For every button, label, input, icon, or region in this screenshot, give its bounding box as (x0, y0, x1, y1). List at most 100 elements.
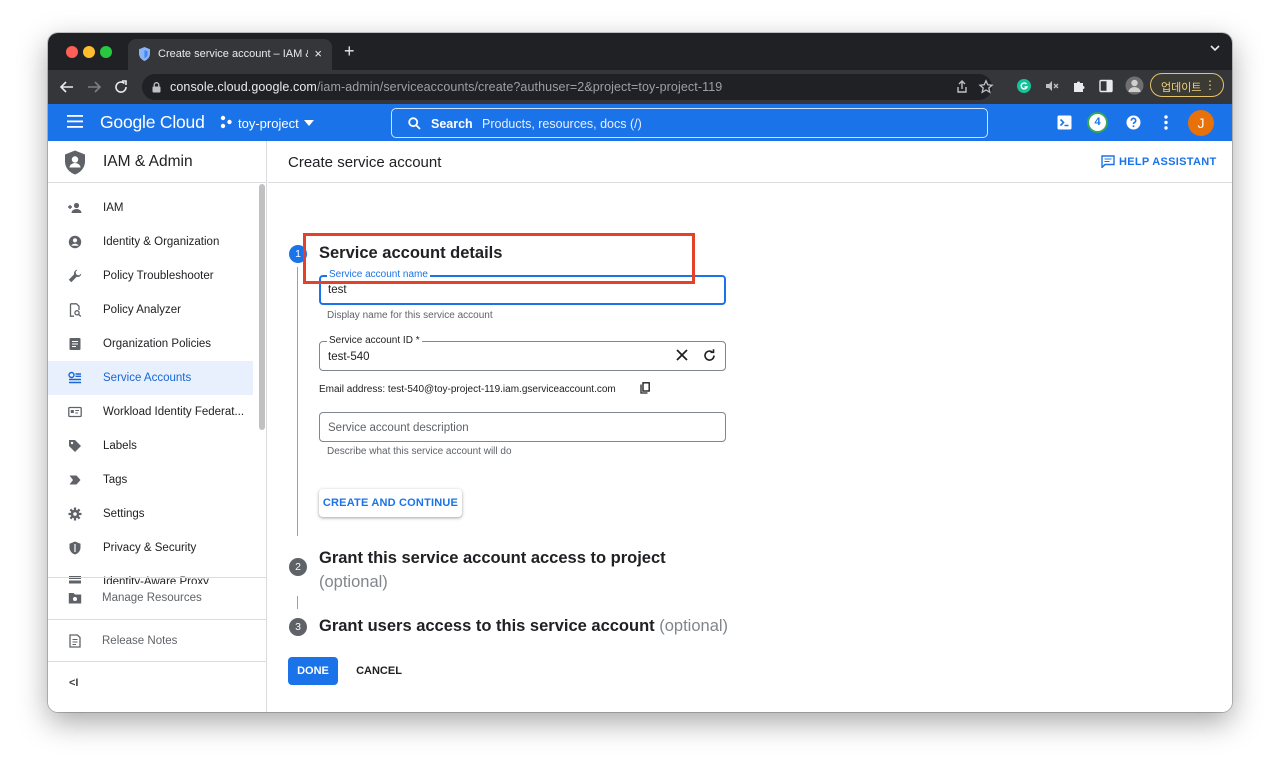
tab-title: Create service account – IAM & Admin (158, 48, 308, 60)
step-2-connector (297, 596, 298, 609)
more-vert-icon[interactable] (1164, 115, 1168, 130)
sidebar-item-service-accounts[interactable]: Service Accounts (48, 361, 253, 395)
sidebar-item-label: Tags (103, 474, 128, 486)
sidebar-header: IAM & Admin (48, 141, 267, 183)
chevron-down-icon[interactable] (1210, 45, 1220, 52)
sidebar-item-identity-organization[interactable]: Identity & Organization (48, 225, 253, 259)
chat-assistant-icon (1101, 155, 1115, 168)
wrench-icon (68, 269, 82, 283)
sidebar: IAM & Admin IAM Identity & Organization … (48, 141, 267, 712)
service-account-id-label: Service account ID * (327, 335, 422, 346)
document-search-icon (69, 303, 82, 317)
step-1-connector (297, 267, 298, 536)
side-panel-icon[interactable] (1098, 78, 1114, 94)
page-title: Create service account (288, 154, 442, 171)
service-account-id-field[interactable]: Service account ID * test-540 (319, 335, 726, 371)
tab-strip: Create service account – IAM & Admin × + (48, 33, 1232, 70)
help-icon[interactable] (1126, 115, 1141, 130)
sidebar-item-label: Identity & Organization (103, 236, 220, 248)
done-button[interactable]: DONE (288, 657, 338, 685)
google-cloud-logo[interactable]: Google Cloud (100, 112, 205, 133)
sidebar-item-label: Labels (103, 440, 137, 452)
maximize-window-button[interactable] (100, 46, 112, 58)
profile-avatar-icon[interactable] (1125, 76, 1144, 95)
sidebar-footer: <I (48, 661, 267, 712)
update-label: 업데이트 (1161, 82, 1202, 94)
policy-document-icon (69, 338, 81, 350)
sidebar-item-label: Organization Policies (103, 338, 212, 350)
step-3-number: 3 (289, 618, 307, 636)
step-3-title[interactable]: Grant users access to this service accou… (319, 617, 728, 636)
sidebar-item-policy-troubleshooter[interactable]: Policy Troubleshooter (48, 259, 253, 293)
sidebar-item-tags[interactable]: Tags (48, 463, 253, 497)
user-avatar[interactable]: J (1188, 110, 1214, 136)
gear-icon (68, 507, 82, 521)
cloud-shell-icon[interactable] (1057, 115, 1072, 130)
browser-tab[interactable]: Create service account – IAM & Admin × (128, 39, 332, 70)
tab-close-icon[interactable]: × (314, 46, 322, 61)
service-account-icon (68, 371, 81, 384)
sidebar-item-labels[interactable]: Labels (48, 429, 253, 463)
sidebar-scrollbar-thumb[interactable] (259, 184, 265, 430)
puzzle-extensions-icon[interactable] (1071, 78, 1087, 94)
sidebar-item-settings[interactable]: Settings (48, 497, 253, 531)
sidebar-item-release-notes[interactable]: Release Notes (48, 619, 267, 661)
sidebar-item-policy-analyzer[interactable]: Policy Analyzer (48, 293, 253, 327)
manage-resources-label: Manage Resources (102, 592, 202, 604)
sidebar-item-label: Settings (103, 508, 145, 520)
clear-icon[interactable] (676, 349, 688, 361)
step-1-title: Service account details (319, 244, 503, 262)
tag-icon (69, 475, 81, 485)
service-account-description-field[interactable]: Service account description (319, 412, 726, 442)
cancel-button[interactable]: CANCEL (350, 657, 408, 685)
sidebar-item-workload-identity[interactable]: Workload Identity Federat... (48, 395, 253, 429)
person-add-icon (68, 202, 82, 213)
share-icon[interactable] (954, 79, 970, 95)
page-header: Create service account HELP ASSISTANT (268, 141, 1232, 183)
minimize-window-button[interactable] (83, 46, 95, 58)
refresh-icon[interactable] (703, 349, 716, 362)
copy-icon[interactable] (640, 382, 650, 394)
lock-icon[interactable] (152, 82, 161, 93)
sidebar-item-label: Policy Analyzer (103, 304, 181, 316)
sidebar-item-iam[interactable]: IAM (48, 191, 253, 225)
sidebar-item-organization-policies[interactable]: Organization Policies (48, 327, 253, 361)
close-window-button[interactable] (66, 46, 78, 58)
search-input[interactable]: Search Products, resources, docs (/) (391, 108, 988, 138)
forward-arrow-icon[interactable] (85, 78, 103, 96)
service-account-name-value: test (328, 284, 347, 296)
collapse-sidebar-button[interactable]: <I (69, 677, 78, 689)
service-account-description-placeholder: Service account description (328, 422, 469, 434)
reload-icon[interactable] (112, 78, 130, 96)
manage-resources-icon (68, 593, 82, 604)
help-assistant-label: HELP ASSISTANT (1119, 156, 1217, 168)
sidebar-item-privacy-security[interactable]: Privacy & Security (48, 531, 253, 565)
account-circle-icon (68, 235, 82, 249)
project-name: toy-project (238, 116, 299, 131)
browser-menu-icon: ⋮ (1204, 78, 1216, 92)
sidebar-item-manage-resources[interactable]: Manage Resources (48, 577, 267, 619)
address-bar[interactable]: console.cloud.google.com/iam-admin/servi… (142, 74, 994, 100)
search-icon (408, 117, 421, 130)
service-account-name-label: Service account name (327, 269, 430, 280)
back-arrow-icon[interactable] (58, 78, 76, 96)
service-account-description-hint: Describe what this service account will … (327, 446, 512, 457)
step-2-title[interactable]: Grant this service account access to pro… (319, 546, 666, 594)
sidebar-nav: IAM Identity & Organization Policy Troub… (48, 183, 258, 584)
chrome-update-button[interactable]: 업데이트 ⋮ (1150, 73, 1224, 97)
service-account-name-field[interactable]: Service account name test (319, 269, 726, 305)
new-tab-button[interactable]: + (344, 42, 355, 60)
url-text: console.cloud.google.com/iam-admin/servi… (170, 80, 723, 94)
email-address-text: Email address: test-540@toy-project-119.… (319, 384, 616, 395)
bookmark-star-icon[interactable] (978, 79, 994, 95)
create-and-continue-button[interactable]: CREATE AND CONTINUE (319, 489, 462, 517)
notifications-badge[interactable]: 4 (1087, 112, 1108, 133)
id-card-icon (68, 406, 82, 418)
mute-tab-icon[interactable] (1044, 78, 1060, 94)
shield-icon (65, 150, 85, 175)
grammarly-extension-icon[interactable] (1016, 78, 1032, 94)
sidebar-item-label: Privacy & Security (103, 542, 197, 554)
search-placeholder: Products, resources, docs (/) (482, 117, 642, 131)
main-content: Create service account HELP ASSISTANT 1 … (268, 141, 1232, 712)
hamburger-menu-icon[interactable] (67, 115, 83, 128)
